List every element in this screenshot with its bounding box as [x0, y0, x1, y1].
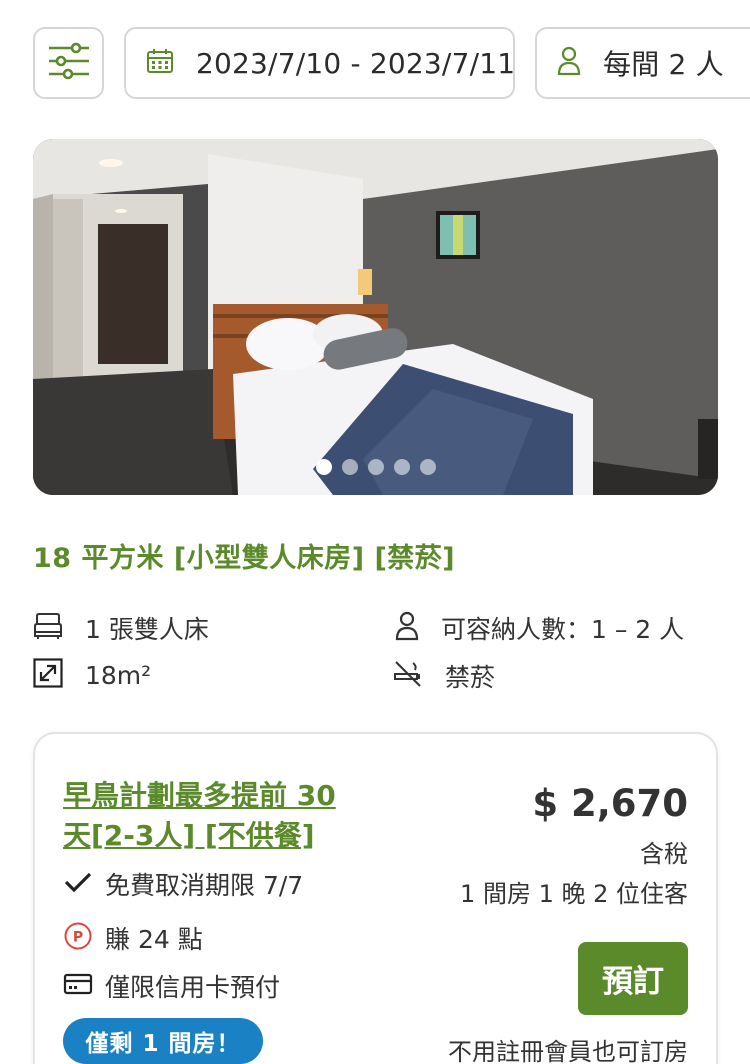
smoking-text: 禁菸	[445, 663, 496, 692]
rate-plan-line2: 天[2-3人] [不供餐]	[63, 819, 315, 852]
person-icon	[557, 46, 581, 80]
capacity-text: 可容納人數：1 – 2 人	[441, 615, 685, 644]
bed-text: 1 張雙人床	[85, 615, 209, 644]
size-text: 18m²	[85, 660, 152, 690]
tax-note: 含稅	[640, 840, 688, 868]
no-registration-note: 不用註冊會員也可訂房	[448, 1038, 688, 1064]
cancellation-row: 免費取消期限 7/7	[63, 866, 303, 902]
person-icon	[395, 611, 419, 645]
feature-size: 18m²	[33, 658, 151, 692]
guests-button[interactable]: 每間 2 人	[535, 27, 750, 99]
stay-summary: 1 間房 1 晚 2 位住客	[460, 880, 688, 908]
room-title: 18 平方米 [小型雙人床房] [禁菸]	[33, 543, 456, 574]
book-button[interactable]: 預訂	[578, 942, 688, 1015]
feature-bed: 1 張雙人床	[33, 610, 209, 646]
filter-button[interactable]	[33, 27, 104, 99]
svg-text:P: P	[73, 930, 83, 946]
points-row: P 賺 24 點	[63, 920, 203, 956]
rate-plan-card: 早鳥計劃最多提前 30 天[2-3人] [不供餐] 免費取消期限 7/7 P 賺…	[33, 732, 718, 1064]
rate-plan-link[interactable]: 早鳥計劃最多提前 30 天[2-3人] [不供餐]	[63, 776, 383, 856]
points-icon: P	[63, 921, 93, 955]
price: $ 2,670	[532, 782, 688, 825]
checkmark-icon	[63, 870, 93, 898]
no-smoking-icon	[393, 659, 423, 693]
cancellation-text: 免費取消期限 7/7	[105, 871, 304, 900]
bed-icon	[33, 612, 63, 644]
room-photo-carousel[interactable]	[33, 139, 718, 495]
carousel-dot[interactable]	[315, 459, 332, 475]
payment-text: 僅限信用卡預付	[105, 973, 281, 1002]
payment-row: 僅限信用卡預付	[63, 968, 280, 1004]
room-photo	[33, 139, 718, 495]
rate-plan-line1: 早鳥計劃最多提前 30	[63, 779, 336, 812]
carousel-indicators	[33, 459, 718, 475]
carousel-dot[interactable]	[419, 459, 436, 475]
carousel-dot[interactable]	[341, 459, 358, 475]
feature-capacity: 可容納人數：1 – 2 人	[395, 610, 684, 646]
carousel-dot[interactable]	[367, 459, 384, 475]
date-range-text: 2023/7/10 - 2023/7/11	[196, 46, 516, 80]
points-text: 賺 24 點	[105, 925, 203, 954]
credit-card-icon	[63, 972, 93, 1000]
carousel-dot[interactable]	[393, 459, 410, 475]
availability-badge: 僅剩 1 間房！	[63, 1018, 263, 1064]
search-filter-bar: 2023/7/10 - 2023/7/11 每間 2 人	[0, 27, 750, 99]
date-range-button[interactable]: 2023/7/10 - 2023/7/11	[124, 27, 515, 99]
feature-smoking: 禁菸	[393, 658, 495, 694]
calendar-icon	[146, 47, 174, 79]
resize-arrows-icon	[33, 658, 63, 692]
guests-text: 每間 2 人	[603, 48, 724, 81]
sliders-icon	[47, 42, 91, 84]
